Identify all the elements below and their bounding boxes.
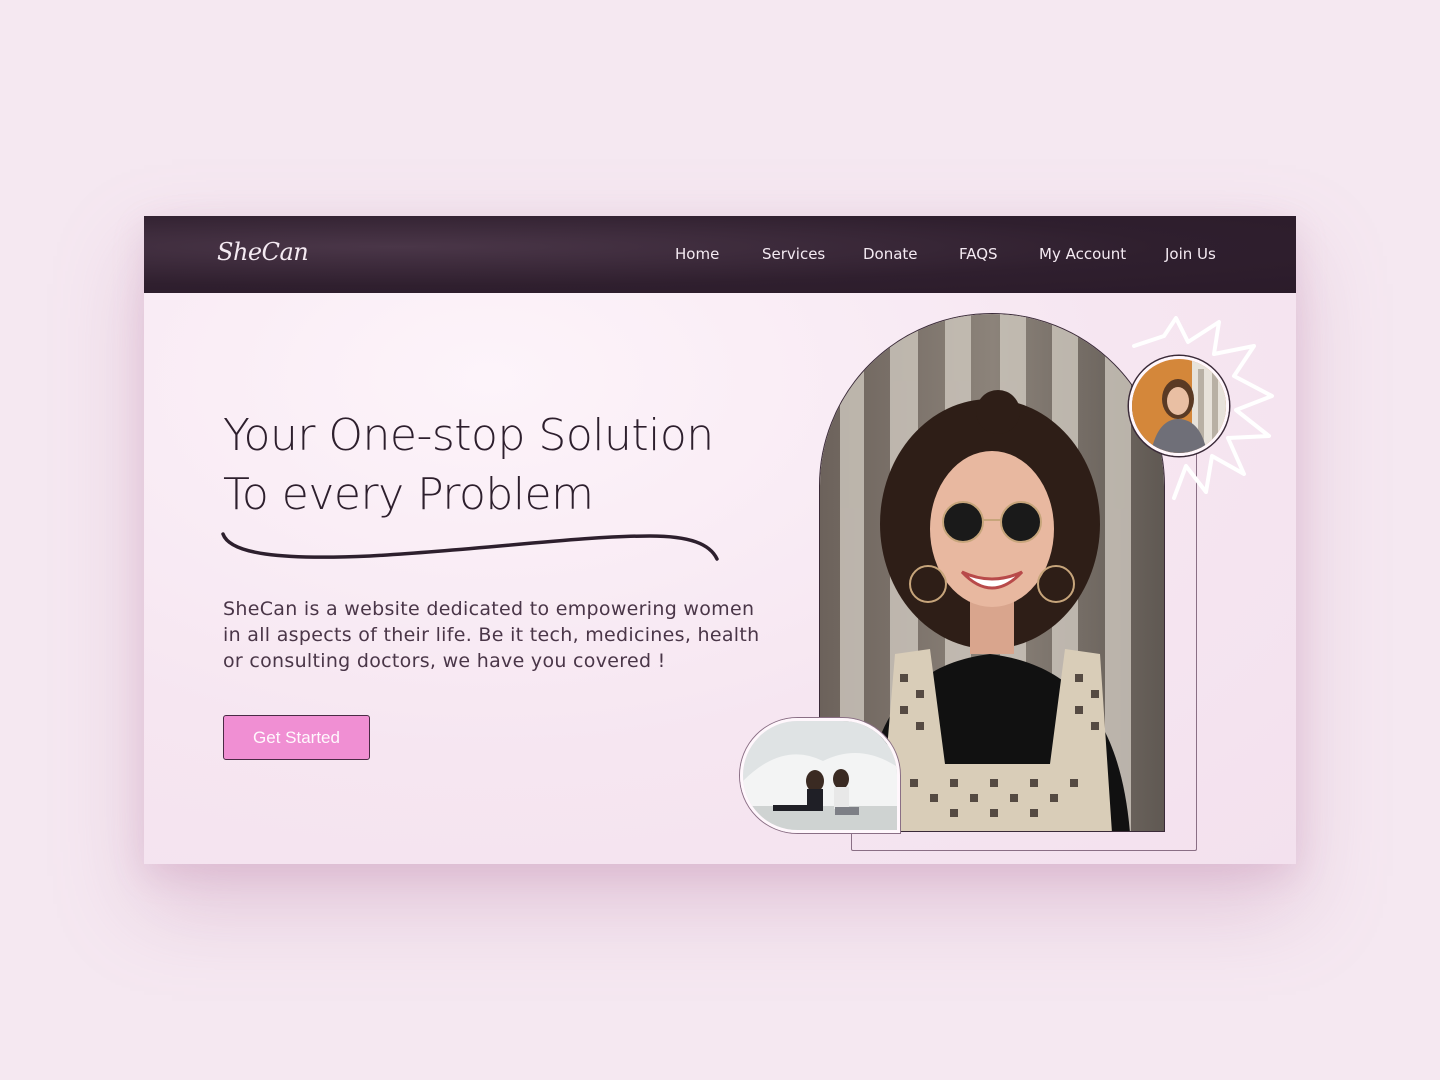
shecan-logo[interactable]: SheCan <box>217 238 309 266</box>
description-line-3: or consulting doctors, we have you cover… <box>223 650 666 672</box>
hero-description: SheCan is a website dedicated to empower… <box>223 596 803 674</box>
two-women-photo-bubble <box>740 718 900 833</box>
nav-join-us[interactable]: Join Us <box>1165 245 1216 263</box>
woman-portrait-avatar <box>1129 356 1229 456</box>
headline-line-1: Your One-stop Solution <box>223 410 714 461</box>
nav-donate[interactable]: Donate <box>863 245 918 263</box>
nav-home[interactable]: Home <box>675 245 719 263</box>
headline-line-2: To every Problem <box>223 469 594 520</box>
two-women-sitting-image <box>743 721 897 830</box>
description-line-2: in all aspects of their life. Be it tech… <box>223 624 760 646</box>
hero-headline: Your One-stop Solution To every Problem <box>223 406 823 524</box>
description-line-1: SheCan is a website dedicated to empower… <box>223 598 755 620</box>
landing-page-frame: SheCan Home Services Donate FAQS My Acco… <box>144 216 1296 864</box>
navbar: SheCan Home Services Donate FAQS My Acco… <box>144 216 1296 293</box>
get-started-button[interactable]: Get Started <box>223 715 370 760</box>
nav-services[interactable]: Services <box>762 245 825 263</box>
underline-squiggle <box>221 532 719 561</box>
nav-faqs[interactable]: FAQS <box>959 245 998 263</box>
nav-my-account[interactable]: My Account <box>1039 245 1126 263</box>
